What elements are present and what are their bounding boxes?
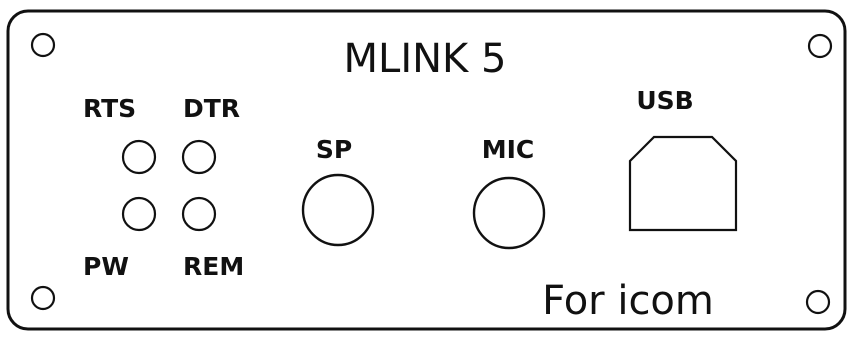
led-label-dtr: DTR <box>183 94 240 123</box>
mounting-hole-top-left <box>30 32 56 58</box>
led-label-rts: RTS <box>83 94 136 123</box>
panel-subtitle: For icom <box>542 278 714 324</box>
led-rem <box>181 196 217 232</box>
usb-label: USB <box>636 86 693 115</box>
led-pw <box>121 196 157 232</box>
sp-jack <box>301 173 375 247</box>
mounting-hole-bottom-left <box>30 285 56 311</box>
panel-title: MLINK 5 <box>344 36 507 82</box>
front-panel: MLINK 5 RTS DTR PW REM SP MIC USB For ic… <box>6 9 847 331</box>
jack-label-sp: SP <box>316 135 352 164</box>
led-label-rem: REM <box>183 252 244 281</box>
jack-label-mic: MIC <box>482 135 535 164</box>
usb-port <box>628 135 738 232</box>
mic-jack <box>472 176 546 250</box>
mounting-hole-bottom-right <box>805 289 831 315</box>
mounting-hole-top-right <box>807 33 833 59</box>
led-label-pw: PW <box>83 252 129 281</box>
led-dtr <box>181 139 217 175</box>
led-rts <box>121 139 157 175</box>
